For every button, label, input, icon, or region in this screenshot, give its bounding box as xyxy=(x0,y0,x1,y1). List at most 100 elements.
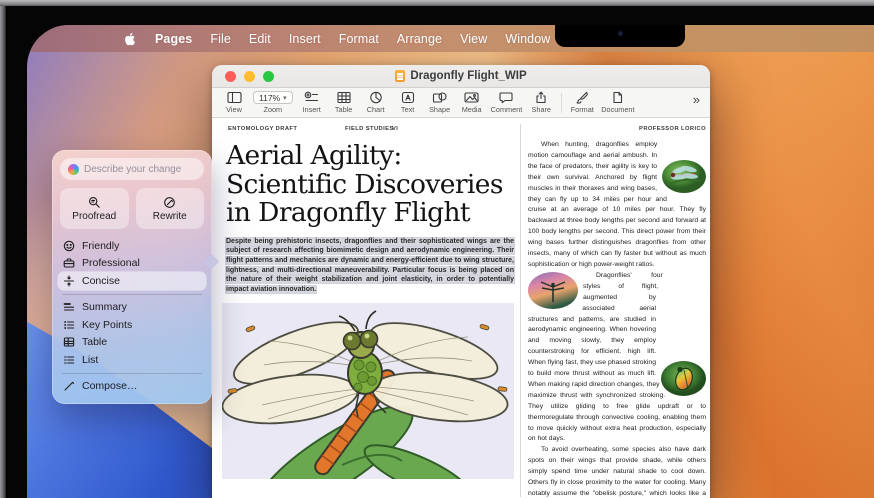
menu-item-format[interactable]: Format xyxy=(339,32,379,46)
menu-option-professional[interactable]: Professional xyxy=(58,255,206,273)
apple-icon xyxy=(124,32,137,46)
menu-item-pages[interactable]: Pages xyxy=(155,32,192,46)
inline-image-green-beetle[interactable] xyxy=(661,361,706,396)
proofread-label: Proofread xyxy=(72,211,116,222)
intro-paragraph[interactable]: Despite being prehistoric insects, drago… xyxy=(226,237,514,295)
shape-icon xyxy=(432,91,447,104)
desktop: Pages File Edit Insert Format Arrange Vi… xyxy=(27,25,874,498)
summary-label: Summary xyxy=(82,301,127,313)
document-title: Aerial Agility: Scientific Discoveries i… xyxy=(226,142,514,228)
header-center: FIELD STUDIES xyxy=(345,126,394,132)
format-label: Format xyxy=(571,105,594,114)
zoom-control[interactable]: 117%▾ Zoom xyxy=(253,91,293,114)
professional-label: Professional xyxy=(82,257,140,269)
beetle-photo xyxy=(661,361,706,396)
rewrite-button[interactable]: Rewrite xyxy=(136,188,205,229)
insert-icon xyxy=(304,91,319,104)
menu-option-friendly[interactable]: Friendly xyxy=(58,237,206,255)
selected-text[interactable]: Despite being prehistoric insects, drago… xyxy=(226,238,514,293)
table-label: Table xyxy=(82,336,107,348)
doc-paragraph-2[interactable]: Dragonflies' four styles of flight, augm… xyxy=(528,271,706,446)
pages-document-icon xyxy=(395,70,405,82)
macbook-scene: Pages File Edit Insert Format Arrange Vi… xyxy=(0,0,874,498)
proofread-magnifier-icon xyxy=(88,196,101,209)
paragraph-text-3: To avoid overheating, some species also … xyxy=(528,446,706,497)
writing-tools-menu: Friendly Professional Concise Summary xyxy=(52,237,212,395)
header-number: VI xyxy=(392,126,398,132)
menu-item-insert[interactable]: Insert xyxy=(289,32,321,46)
chart-icon xyxy=(369,91,383,104)
pages-window: Dragonfly Flight_WIP View 117%▾ Zoom Ins… xyxy=(212,65,710,498)
rewrite-circle-pencil-icon xyxy=(163,196,176,209)
menu-item-edit[interactable]: Edit xyxy=(249,32,271,46)
chart-button[interactable]: Chart xyxy=(363,91,389,114)
table-label: Table xyxy=(335,105,352,114)
doc-paragraph-1[interactable]: When hunting, dragonflies employ motion … xyxy=(528,140,706,271)
inline-image-dragonfly-green[interactable] xyxy=(662,160,706,193)
text-label: Text xyxy=(401,105,414,114)
menu-option-summary[interactable]: Summary xyxy=(58,299,206,317)
menu-item-view[interactable]: View xyxy=(460,32,487,46)
toolbar: View 117%▾ Zoom Insert Table Chart xyxy=(212,88,710,118)
toolbar-overflow-button[interactable]: » xyxy=(691,92,704,113)
dragonfly-illustration[interactable] xyxy=(222,303,514,479)
comment-button[interactable]: Comment xyxy=(491,91,523,114)
title-line-1: Aerial Agility: xyxy=(226,142,514,171)
menu-option-key-points[interactable]: Key Points xyxy=(58,316,206,334)
window-titlebar[interactable]: Dragonfly Flight_WIP xyxy=(212,65,710,88)
menu-divider xyxy=(62,294,202,295)
column-divider xyxy=(520,124,521,497)
share-button[interactable]: Share xyxy=(528,91,554,114)
media-icon xyxy=(464,91,479,104)
chevron-down-icon: ▾ xyxy=(283,94,287,102)
inline-image-dragonfly-sunset[interactable] xyxy=(528,272,578,309)
menu-option-table[interactable]: Table xyxy=(58,334,206,352)
running-header: ENTOMOLOGY DRAFT FIELD STUDIES VI xyxy=(222,126,514,135)
friendly-label: Friendly xyxy=(82,240,119,252)
insert-button[interactable]: Insert xyxy=(299,91,325,114)
describe-change-input[interactable] xyxy=(84,164,196,175)
dragonfly-artwork xyxy=(222,303,514,479)
format-button[interactable]: Format xyxy=(569,91,595,114)
shape-button[interactable]: Shape xyxy=(427,91,453,114)
comment-label: Comment xyxy=(491,105,523,114)
view-button[interactable]: View xyxy=(221,91,247,114)
menu-divider-2 xyxy=(62,373,202,374)
document-button[interactable]: Document xyxy=(601,91,634,114)
green-dragonfly-photo xyxy=(662,160,706,193)
concise-label: Concise xyxy=(82,275,120,287)
rewrite-label: Rewrite xyxy=(153,211,187,222)
text-icon xyxy=(401,91,415,104)
doc-paragraph-3[interactable]: To avoid overheating, some species also … xyxy=(528,445,706,497)
writing-tools-popup: Proofread Rewrite Friendly Professional xyxy=(52,150,212,404)
document-canvas[interactable]: ENTOMOLOGY DRAFT FIELD STUDIES VI Aerial… xyxy=(212,118,710,497)
header-left: ENTOMOLOGY DRAFT xyxy=(228,126,297,132)
list-icon xyxy=(63,354,75,366)
right-column: PROFESSOR LORICO W xyxy=(528,126,706,497)
proofread-button[interactable]: Proofread xyxy=(60,188,129,229)
menu-option-compose[interactable]: Compose… xyxy=(58,378,206,396)
document-label: Document xyxy=(601,105,634,114)
insert-label: Insert xyxy=(303,105,321,114)
describe-change-field[interactable] xyxy=(60,158,204,180)
list-label: List xyxy=(82,354,98,366)
menu-item-file[interactable]: File xyxy=(210,32,231,46)
menu-item-arrange[interactable]: Arrange xyxy=(397,32,442,46)
camera-dot xyxy=(618,31,623,36)
smiley-icon xyxy=(63,240,75,252)
sidebar-icon xyxy=(227,91,242,104)
menu-option-concise[interactable]: Concise xyxy=(58,272,206,290)
share-label: Share xyxy=(532,105,551,114)
toolbar-divider xyxy=(561,93,562,113)
comment-icon xyxy=(499,91,513,104)
text-button[interactable]: Text xyxy=(395,91,421,114)
apple-menu[interactable] xyxy=(124,32,137,46)
shape-label: Shape xyxy=(429,105,450,114)
table-button[interactable]: Table xyxy=(331,91,357,114)
media-button[interactable]: Media xyxy=(459,91,485,114)
key-points-label: Key Points xyxy=(82,319,132,331)
document-icon xyxy=(611,91,624,104)
menu-item-window[interactable]: Window xyxy=(505,32,550,46)
menu-option-list[interactable]: List xyxy=(58,351,206,369)
apple-intelligence-icon xyxy=(68,164,79,175)
